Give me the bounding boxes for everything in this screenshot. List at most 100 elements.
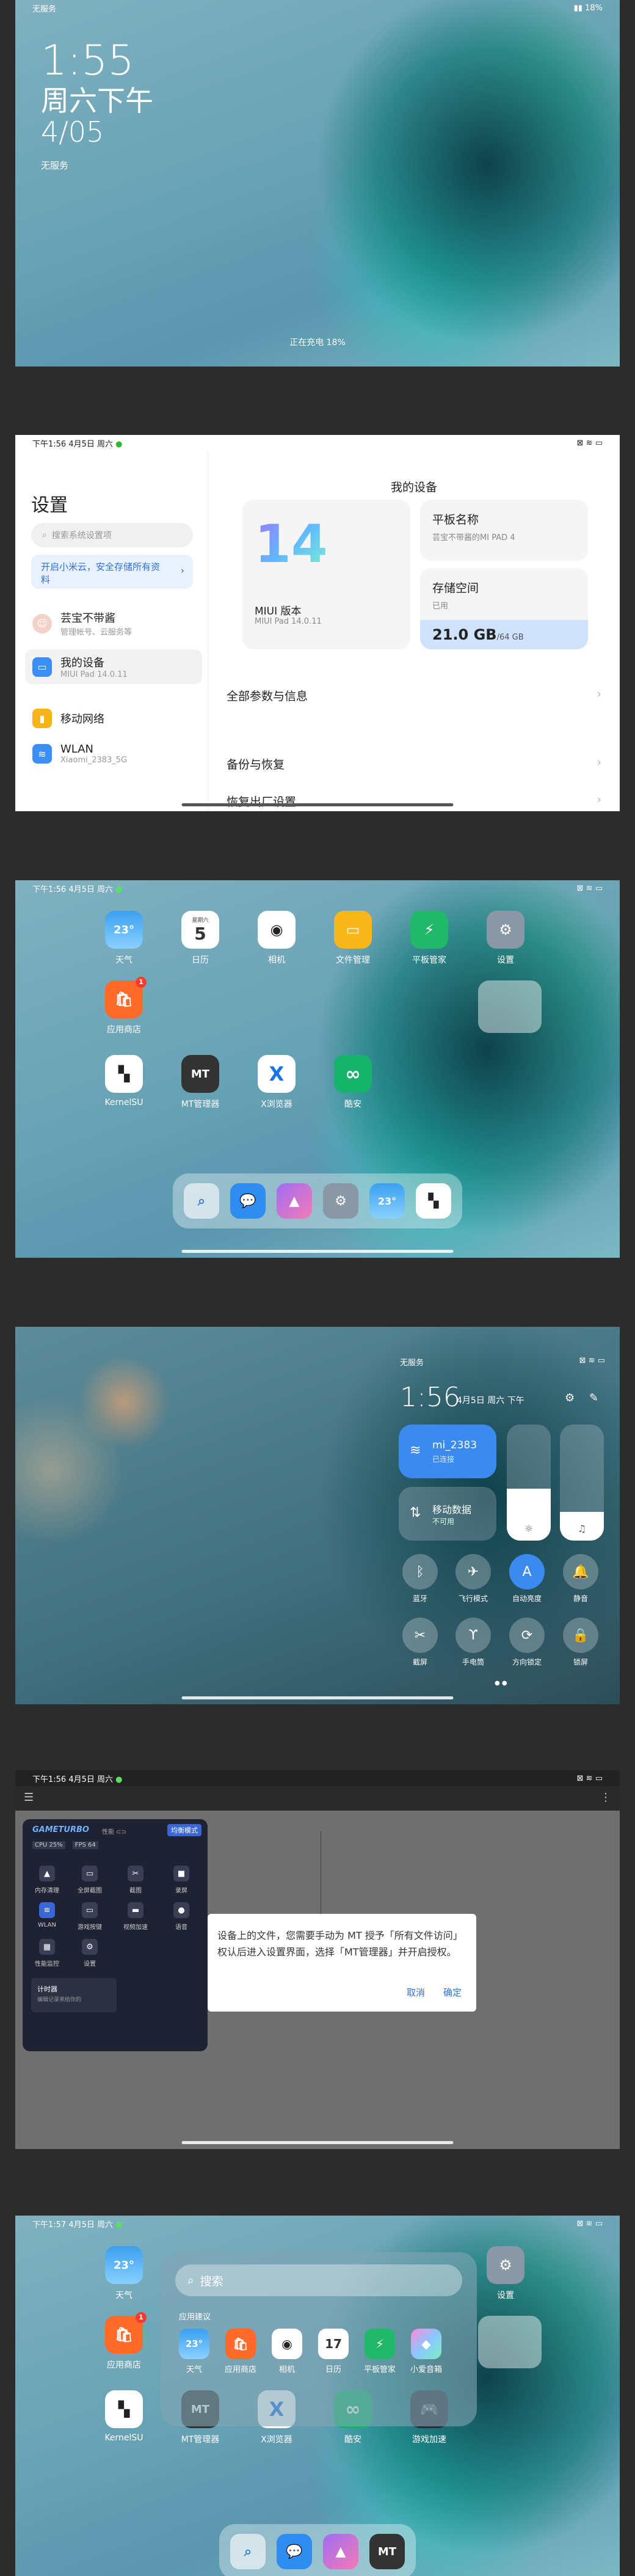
status-icons: ⊠ ≋ ▭ xyxy=(576,883,603,893)
home-indicator[interactable] xyxy=(181,803,454,806)
app-calendar[interactable]: 星期六 5 日历 xyxy=(173,911,228,966)
app-settings[interactable]: ⚙ 设置 xyxy=(478,911,533,966)
app-mt-manager[interactable]: MT MT管理器 xyxy=(173,1055,228,1110)
home-indicator[interactable] xyxy=(181,1696,454,1699)
gameturbo-screen: 下午1:56 4月5日 周六 ● ⊠ ≋ ▭ ☰ ⋮ 设备上的文件，您需要手动为… xyxy=(15,1770,620,2149)
gt-screenshot[interactable]: ✂ 截图 xyxy=(117,1866,154,1894)
widget-folder[interactable] xyxy=(478,2316,542,2368)
sidebar-item-my-device[interactable]: ▭ 我的设备 MIUI Pad 14.0.11 xyxy=(25,649,202,684)
dock: ⌕ 💬 ▲ ⚙ 23° ▚ xyxy=(173,1173,462,1228)
row-factory-reset[interactable]: 恢复出厂设置 › xyxy=(227,793,601,809)
mobile-data-tile[interactable]: ⇅ 移动数据 不可用 xyxy=(399,1487,496,1541)
search-input[interactable]: ⌕ 搜索 xyxy=(175,2264,462,2296)
brightness-slider[interactable]: ☼ xyxy=(507,1425,551,1541)
settings-dock-icon[interactable]: ⚙ xyxy=(323,1183,358,1219)
widget-folder[interactable] xyxy=(478,980,542,1033)
kernelsu-icon: ▚ xyxy=(105,2390,143,2428)
app-file-manager[interactable]: ▭ 文件管理 xyxy=(325,911,380,966)
wlan-icon: ≋ xyxy=(39,1902,55,1918)
app-store[interactable]: 🛍 1 应用商店 xyxy=(96,2312,151,2371)
gallery-icon[interactable]: ▲ xyxy=(277,1183,312,1219)
toggle-rotation-lock[interactable]: ⟳ 方向锁定 xyxy=(509,1618,545,1667)
toggle-label: 蓝牙 xyxy=(412,1594,427,1603)
toggle-auto-brightness[interactable]: A 自动亮度 xyxy=(509,1554,545,1604)
gt-video-boost[interactable]: ▬ 视频加速 xyxy=(117,1902,154,1931)
gt-monitor[interactable]: ▦ 性能监控 xyxy=(29,1939,65,1968)
app-x-browser[interactable]: X X浏览器 xyxy=(249,1055,304,1110)
app-store[interactable]: 🛍 1 应用商店 xyxy=(96,977,151,1035)
perf-toggle[interactable]: 性能 ⊂⊃ xyxy=(102,1826,126,1836)
app-label: KernelSU xyxy=(104,1098,143,1107)
message-icon[interactable]: 💬 xyxy=(230,1183,266,1219)
gallery-icon[interactable]: ▲ xyxy=(323,2534,358,2569)
app-coolapk[interactable]: ∞ 酷安 xyxy=(325,1055,380,1110)
app-weather[interactable]: 23° 天气 xyxy=(96,2246,151,2301)
app-label: 日历 xyxy=(325,2365,341,2374)
toggle-bluetooth[interactable]: ᛒ 蓝牙 xyxy=(402,1554,438,1604)
menu-icon[interactable]: ☰ xyxy=(24,1791,34,1804)
sidebar-item-mobile-network[interactable]: ▮ 移动网络 xyxy=(25,704,202,733)
app-weather[interactable]: 23° 天气 xyxy=(96,911,151,966)
toggle-mute[interactable]: 🔔 静音 xyxy=(562,1554,599,1604)
search-input[interactable]: ⌕ 搜索系统设置项 xyxy=(31,523,193,547)
dialog-ok-button[interactable]: 确定 xyxy=(443,1985,462,2001)
app-kernelsu[interactable]: ▚ KernelSU xyxy=(96,1055,151,1107)
gt-settings[interactable]: ⚙ 设置 xyxy=(71,1939,108,1968)
app-label: KernelSU xyxy=(104,2433,143,2443)
edit-icon[interactable]: ✎ xyxy=(589,1392,598,1404)
device-header: 我的设备 xyxy=(390,481,437,494)
suggest-camera[interactable]: ◉ 相机 xyxy=(268,2329,306,2374)
toggle-airplane[interactable]: ✈ 飞行模式 xyxy=(455,1554,492,1604)
gt-wlan[interactable]: ≋ WLAN xyxy=(29,1902,65,1928)
app-security[interactable]: ⚡ 平板管家 xyxy=(402,911,457,966)
status-bar: 下午1:56 4月5日 周六 ● ⊠ ≋ ▭ xyxy=(15,435,620,451)
row-all-specs[interactable]: 全部参数与信息 › xyxy=(227,687,601,704)
home-indicator[interactable] xyxy=(181,1250,454,1253)
app-label: 酷安 xyxy=(344,1100,361,1109)
miui-version-card[interactable]: 14 MIUI 版本 MIUI Pad 14.0.11 xyxy=(242,500,410,649)
suggest-security[interactable]: ⚡ 平板管家 xyxy=(361,2329,399,2374)
volume-slider[interactable]: ♫ xyxy=(560,1425,604,1541)
bluetooth-icon: ᛒ xyxy=(402,1554,438,1589)
gt-record[interactable]: ■ 录屏 xyxy=(163,1866,200,1894)
mode-button[interactable]: 均衡模式 xyxy=(167,1824,201,1836)
kernelsu-dock-icon[interactable]: ▚ xyxy=(416,1183,451,1219)
tablet-name-card[interactable]: 平板名称 芸宝不带酱的MI PAD 4 xyxy=(420,500,588,561)
toggle-lock-screen[interactable]: 🔒 锁屏 xyxy=(562,1618,599,1667)
chevron-right-icon: › xyxy=(597,793,601,806)
mt-manager-dock-icon[interactable]: MT xyxy=(369,2534,405,2569)
suggest-calendar[interactable]: 17 日历 xyxy=(314,2329,352,2374)
storage-card[interactable]: 存储空间 已用 21.0 GB/64 GB xyxy=(420,568,588,649)
suggest-xiaoai[interactable]: ◆ 小爱音箱 xyxy=(407,2329,445,2374)
auto-brightness-icon: A xyxy=(509,1554,545,1589)
toggle-flashlight[interactable]: ϒ 手电筒 xyxy=(455,1618,492,1667)
home-indicator[interactable] xyxy=(181,2141,454,2144)
dialog-cancel-button[interactable]: 取消 xyxy=(407,1985,425,2001)
weather-dock-icon[interactable]: 23° xyxy=(369,1183,405,1219)
gt-voice[interactable]: ● 语音 xyxy=(163,1902,200,1931)
calendar-weekday: 星期六 xyxy=(192,918,209,924)
message-icon[interactable]: 💬 xyxy=(277,2534,312,2569)
settings-icon[interactable]: ⚙ xyxy=(565,1392,575,1404)
toggle-screenshot[interactable]: ✂ 截屏 xyxy=(402,1618,438,1667)
gt-memory-clean[interactable]: ▲ 内存清理 xyxy=(29,1866,65,1894)
status-time: 下午1:56 4月5日 周六 ● xyxy=(32,885,123,894)
sidebar-item-wlan[interactable]: ≋ WLAN Xiaomi_2383_5G xyxy=(25,738,202,770)
sidebar-item-account[interactable]: ☺ 芸宝不带酱 管理帐号、云服务等 xyxy=(25,605,202,642)
gear-icon: ⚙ xyxy=(82,1939,98,1955)
wifi-tile[interactable]: ≋ mi_2383 已连接 xyxy=(399,1425,496,1478)
gt-game-keys[interactable]: ▭ 游戏按键 xyxy=(71,1902,108,1931)
suggest-weather[interactable]: 23° 天气 xyxy=(175,2329,213,2374)
app-camera[interactable]: ◉ 相机 xyxy=(249,911,304,966)
row-backup[interactable]: 备份与恢复 › xyxy=(227,756,601,772)
cloud-promo-banner[interactable]: 开启小米云，安全存储所有资料 › xyxy=(31,555,193,589)
search-icon[interactable]: ⌕ xyxy=(184,1183,219,1219)
more-icon[interactable]: ⋮ xyxy=(600,1791,611,1804)
app-settings[interactable]: ⚙ 设置 xyxy=(478,2246,533,2301)
suggest-app-store[interactable]: 🛍 应用商店 xyxy=(222,2329,259,2374)
timer-card[interactable]: 计时器 编辑记录来给你的 xyxy=(31,1978,117,2012)
search-icon[interactable]: ⌕ xyxy=(230,2534,266,2569)
gt-fullscreen-capture[interactable]: ▭ 全屏截图 xyxy=(71,1866,108,1894)
page-title: 设置 xyxy=(31,495,68,516)
app-kernelsu[interactable]: ▚ KernelSU xyxy=(96,2390,151,2443)
